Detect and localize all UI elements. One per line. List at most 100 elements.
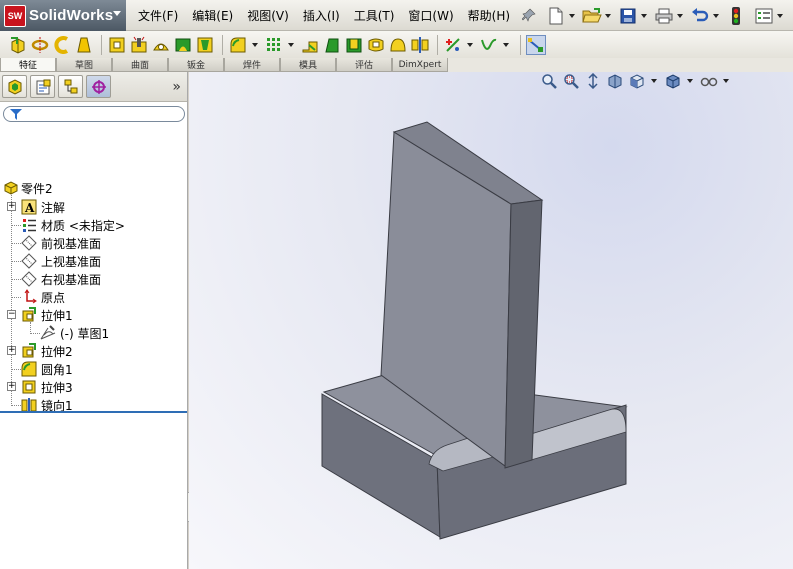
curves-icon[interactable] <box>479 35 499 55</box>
tree-item-front-plane[interactable]: 前视基准面 <box>0 234 101 252</box>
new-icon[interactable] <box>545 5 567 27</box>
swept-boss-icon[interactable] <box>52 35 72 55</box>
extrude-icon <box>21 379 37 395</box>
plane-icon <box>21 271 37 287</box>
tree-item-right-plane[interactable]: 右视基准面 <box>0 270 101 288</box>
toolbar-separator <box>520 34 521 55</box>
print-icon[interactable] <box>653 5 675 27</box>
expand-extrude3-button[interactable]: + <box>7 382 16 391</box>
menu-file[interactable]: 文件(F) <box>138 7 178 24</box>
menu-help[interactable]: 帮助(H) <box>468 7 510 24</box>
toolbar-separator <box>437 34 438 55</box>
app-logo[interactable]: SW SolidWorks <box>0 0 126 31</box>
part-model[interactable] <box>189 72 793 569</box>
tree-item-sketch1[interactable]: (-) 草图1 <box>0 324 109 342</box>
tab-sheet-metal[interactable]: 钣金 <box>168 58 224 72</box>
menu-edit[interactable]: 编辑(E) <box>192 7 233 24</box>
lofted-boss-icon[interactable] <box>74 35 94 55</box>
tree-root[interactable]: 零件2 <box>3 179 53 197</box>
wrap-icon[interactable] <box>366 35 386 55</box>
svg-text:A: A <box>24 201 35 215</box>
feature-filter-input[interactable] <box>3 106 185 122</box>
tree-item-extrude1[interactable]: − 拉伸1 <box>0 306 73 324</box>
draft-icon[interactable] <box>322 35 342 55</box>
menu-window[interactable]: 窗口(W) <box>408 7 453 24</box>
extruded-cut-icon[interactable] <box>107 35 127 55</box>
fillet-icon <box>21 361 37 377</box>
tree-item-label: (-) 草图1 <box>60 326 110 341</box>
property-manager-icon[interactable] <box>30 75 55 98</box>
tree-item-annotations[interactable]: + A 注解 <box>0 198 65 216</box>
linear-pattern-icon[interactable] <box>264 35 284 55</box>
menu-insert[interactable]: 插入(I) <box>303 7 340 24</box>
rebuild-icon[interactable] <box>725 5 747 27</box>
expand-extrude2-button[interactable]: + <box>7 346 16 355</box>
open-dropdown-icon[interactable] <box>605 14 611 18</box>
tree-item-label: 注解 <box>41 200 66 215</box>
undo-icon[interactable] <box>689 5 711 27</box>
undo-dropdown-icon[interactable] <box>713 14 719 18</box>
save-icon[interactable] <box>617 5 639 27</box>
new-dropdown-icon[interactable] <box>569 14 575 18</box>
tab-sketch[interactable]: 草图 <box>56 58 112 72</box>
tab-evaluate[interactable]: 评估 <box>336 58 392 72</box>
origin-icon <box>21 289 37 305</box>
tab-dimxpert[interactable]: DimXpert <box>392 58 448 72</box>
open-icon[interactable] <box>581 5 603 27</box>
tab-weldments[interactable]: 焊件 <box>224 58 280 72</box>
tree-item-origin[interactable]: 原点 <box>0 288 65 306</box>
pattern-dropdown-icon[interactable] <box>288 42 294 47</box>
tree-item-label: 前视基准面 <box>41 236 102 251</box>
collapse-extrude1-button[interactable]: − <box>7 310 16 319</box>
revolved-cut-icon[interactable] <box>151 35 171 55</box>
shell-icon[interactable] <box>344 35 364 55</box>
print-dropdown-icon[interactable] <box>677 14 683 18</box>
tree-item-top-plane[interactable]: 上视基准面 <box>0 252 101 270</box>
command-manager-toolbar <box>0 31 793 58</box>
tree-root-label: 零件2 <box>21 181 53 196</box>
dimxpert-manager-icon[interactable] <box>86 75 111 98</box>
extrude-icon <box>21 307 37 323</box>
menu-view[interactable]: 视图(V) <box>247 7 289 24</box>
annotation-icon: A <box>21 199 37 215</box>
pin-icon[interactable] <box>522 8 536 22</box>
tab-surfaces[interactable]: 曲面 <box>112 58 168 72</box>
feature-manager-icon[interactable] <box>2 75 27 98</box>
extruded-boss-icon[interactable] <box>8 35 28 55</box>
rib-icon[interactable] <box>300 35 320 55</box>
expand-annotations-button[interactable]: + <box>7 202 16 211</box>
tree-item-extrude2[interactable]: + 拉伸2 <box>0 342 73 360</box>
menu-tools[interactable]: 工具(T) <box>354 7 395 24</box>
tree-item-label: 原点 <box>41 290 66 305</box>
mirror-icon[interactable] <box>410 35 430 55</box>
options-dropdown-icon[interactable] <box>777 14 783 18</box>
panel-more-button[interactable]: » <box>172 79 181 95</box>
tab-features[interactable]: 特征 <box>0 58 56 72</box>
tab-mold-tools[interactable]: 模具 <box>280 58 336 72</box>
save-dropdown-icon[interactable] <box>641 14 647 18</box>
fillet-icon[interactable] <box>228 35 248 55</box>
instant3d-icon[interactable] <box>526 34 546 55</box>
part-icon <box>3 180 19 196</box>
filter-icon <box>10 109 22 120</box>
rollback-bar[interactable] <box>0 411 187 413</box>
extrude-icon <box>21 343 37 359</box>
dome-icon[interactable] <box>388 35 408 55</box>
tree-item-label: 拉伸3 <box>41 380 73 395</box>
tree-item-label: 拉伸2 <box>41 344 73 359</box>
lofted-cut-icon[interactable] <box>195 35 215 55</box>
reference-geometry-dropdown-icon[interactable] <box>467 42 473 47</box>
swept-cut-icon[interactable] <box>173 35 193 55</box>
reference-geometry-icon[interactable] <box>443 35 463 55</box>
tree-item-fillet1[interactable]: 圆角1 <box>0 360 73 378</box>
tree-item-material[interactable]: 材质 <未指定> <box>0 216 125 234</box>
fillet-dropdown-icon[interactable] <box>252 42 258 47</box>
hole-wizard-icon[interactable] <box>129 35 149 55</box>
tree-item-extrude3[interactable]: + 拉伸3 <box>0 378 73 396</box>
options-icon[interactable] <box>753 5 775 27</box>
main-menu: 文件(F) 编辑(E) 视图(V) 插入(I) 工具(T) 窗口(W) 帮助(H… <box>138 0 524 31</box>
revolved-boss-icon[interactable] <box>30 35 50 55</box>
configuration-manager-icon[interactable] <box>58 75 83 98</box>
curves-dropdown-icon[interactable] <box>503 42 509 47</box>
graphics-area[interactable] <box>189 72 793 569</box>
